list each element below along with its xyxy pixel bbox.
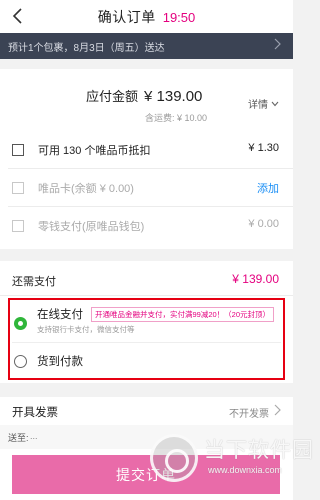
promo-badge: 开通唯品金融并支付，实付满99减20！（20元封顶） — [91, 307, 275, 322]
amount-line: 应付金额 ¥ 139.00 — [86, 86, 202, 105]
invoice-row[interactable]: 开具发票 不开发票 — [0, 397, 293, 425]
wallet-label: 零钱支付(原唯品钱包) — [38, 221, 145, 233]
vip-coin-checkbox[interactable] — [12, 144, 24, 156]
cod-radio[interactable] — [14, 355, 27, 368]
cod-label: 货到付款 — [37, 356, 83, 368]
bottom-bar: 送至: ... 提交订单 — [0, 425, 293, 500]
divider — [0, 295, 293, 296]
amount-label: 应付金额 — [86, 89, 139, 104]
shipping-fee: 含运费: ¥ 10.00 — [144, 113, 207, 123]
add-card-link[interactable]: 添加 — [257, 180, 279, 196]
details-label: 详情 — [248, 100, 268, 111]
title-group: 确认订单 19:50 — [98, 7, 196, 27]
amount-value: ¥ 139.00 — [144, 88, 203, 105]
details-button[interactable]: 详情 — [248, 96, 279, 111]
wallet-value: ¥ 0.00 — [248, 218, 279, 230]
online-payment-option[interactable]: 在线支付 开通唯品金融并支付，实付满99减20！（20元封顶） 支持银行卡支付，… — [10, 300, 283, 342]
nav-header: 确认订单 19:50 — [0, 0, 293, 33]
chevron-down-icon — [271, 101, 279, 106]
page-title: 确认订单 — [97, 8, 156, 25]
online-payment-label: 在线支付 — [37, 309, 83, 321]
payment-method-highlight: 在线支付 开通唯品金融并支付，实付满99减20！（20元封顶） 支持银行卡支付，… — [8, 298, 285, 380]
cod-option[interactable]: 货到付款 — [10, 343, 283, 378]
chevron-right-icon — [274, 38, 281, 53]
amount-summary: 应付金额 ¥ 139.00 含运费: ¥ 10.00 详情 — [0, 69, 293, 131]
chevron-right-icon — [274, 404, 281, 419]
delivery-notice-text: 预计1个包裹，8月3日（周五）送达 — [8, 42, 165, 54]
amount-due-value: ¥ 139.00 — [232, 272, 279, 286]
vip-coin-option[interactable]: 可用 130 个唯品币抵扣 ¥ 1.30 — [0, 131, 293, 169]
amount-due-label: 还需支付 — [12, 276, 56, 288]
vip-coin-value: ¥ 1.30 — [248, 142, 279, 154]
wallet-checkbox[interactable] — [12, 220, 24, 232]
address-label: 送至: — [8, 433, 29, 443]
vip-card-label: 唯品卡(余额 ¥ 0.00) — [38, 183, 134, 195]
chevron-left-icon — [12, 8, 22, 24]
vip-card-checkbox[interactable] — [12, 182, 24, 194]
delivery-notice[interactable]: 预计1个包裹，8月3日（周五）送达 — [0, 33, 293, 59]
payment-method-section: 还需支付 ¥ 139.00 在线支付 开通唯品金融并支付，实付满99减20！（2… — [0, 261, 293, 383]
invoice-label: 开具发票 — [12, 407, 58, 419]
back-button[interactable] — [6, 4, 30, 28]
amount-due-row: 还需支付 ¥ 139.00 — [0, 261, 293, 296]
submit-order-button[interactable]: 提交订单 — [12, 455, 280, 494]
online-payment-radio[interactable] — [14, 317, 27, 330]
online-payment-subtitle: 支持银行卡支付，微信支付等 — [37, 325, 135, 334]
invoice-value: 不开发票 — [229, 409, 269, 420]
address-value: ... — [30, 431, 38, 441]
vip-coin-label: 可用 130 个唯品币抵扣 — [38, 145, 151, 157]
wallet-option[interactable]: 零钱支付(原唯品钱包) ¥ 0.00 — [0, 207, 293, 245]
countdown-timer: 19:50 — [162, 9, 196, 25]
delivery-address: 送至: ... — [0, 425, 293, 449]
vip-card-option[interactable]: 唯品卡(余额 ¥ 0.00) 添加 — [0, 169, 293, 207]
payment-options: 可用 130 个唯品币抵扣 ¥ 1.30 唯品卡(余额 ¥ 0.00) 添加 零… — [0, 131, 293, 249]
